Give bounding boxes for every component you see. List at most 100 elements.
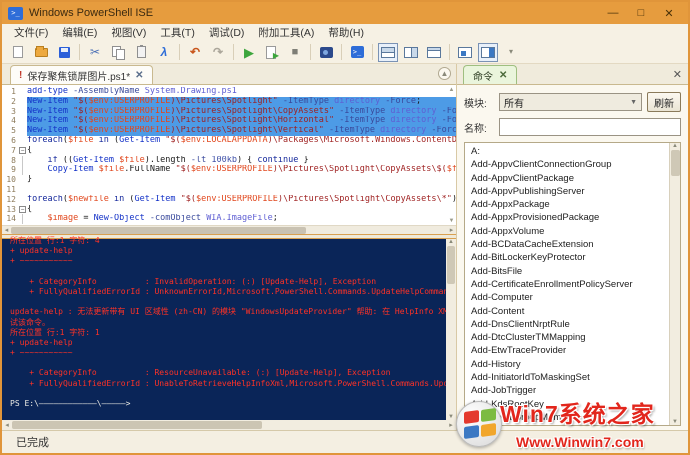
undo-button[interactable]: ↶	[185, 43, 205, 62]
status-text: 已完成	[16, 434, 49, 450]
redo-button[interactable]: ↷	[208, 43, 228, 62]
console-horizontal-scrollbar[interactable]: ◂▸	[2, 420, 456, 430]
command-item[interactable]: Add-Computer	[465, 291, 669, 304]
menu-view[interactable]: 视图(V)	[105, 24, 152, 41]
editor-horizontal-scrollbar[interactable]: ◂▸	[2, 225, 456, 234]
script-tab-bar: ! 保存聚焦锁屏图片.ps1* ✕ ▲	[2, 64, 456, 85]
collapse-script-pane-button[interactable]: ▲	[438, 67, 451, 80]
command-item[interactable]: Add-AppxVolume	[465, 225, 669, 238]
console-line	[10, 297, 456, 307]
command-item[interactable]: Add-CertificateEnrollmentPolicyServer	[465, 278, 669, 291]
script-pane-top-button[interactable]	[378, 43, 398, 62]
script-editor-pane[interactable]: 1add-type -AssemblyName System.Drawing.p…	[2, 85, 456, 235]
open-folder-icon	[35, 48, 48, 57]
script-pane-right-button[interactable]	[401, 43, 421, 62]
command-item[interactable]: Add-History	[465, 358, 669, 371]
clear-console-button[interactable]: λ	[154, 43, 174, 62]
script-tab-close-icon[interactable]: ✕	[135, 70, 143, 81]
paste-button[interactable]	[131, 43, 151, 62]
command-item[interactable]: Add-BitLockerKeyProtector	[465, 251, 669, 264]
powershell-ise-window: >_ Windows PowerShell ISE — □ ✕ 文件(F) 编辑…	[0, 0, 690, 455]
new-remote-tab-button[interactable]	[316, 43, 336, 62]
console-vertical-scrollbar[interactable]: ▲▼	[446, 239, 456, 420]
commands-tab[interactable]: 命令 ✕	[463, 65, 517, 84]
show-command-window-button[interactable]	[455, 43, 475, 62]
console-line: + ~~~~~~~~~~~	[10, 256, 456, 266]
menu-file[interactable]: 文件(F)	[8, 24, 54, 41]
code-line: 8 if ((Get-Item $file).length -lt 100kb)…	[2, 156, 456, 166]
command-item[interactable]: Add-BCDataCacheExtension	[465, 238, 669, 251]
cut-button[interactable]: ✂	[85, 43, 105, 62]
command-item[interactable]: Add-AppvClientPackage	[465, 172, 669, 185]
code-line: 11	[2, 185, 456, 195]
code-line: 14 $image = New-Object -comObject WIA.Im…	[2, 214, 456, 224]
console-prompt-line: PS E:\————————————\—————>	[10, 399, 456, 409]
refresh-button[interactable]: 刷新	[647, 92, 681, 112]
script-tab[interactable]: ! 保存聚焦锁屏图片.ps1* ✕	[10, 65, 153, 84]
menu-edit[interactable]: 编辑(E)	[56, 24, 103, 41]
panel-close-icon[interactable]: ✕	[673, 68, 682, 81]
minimize-button[interactable]: —	[606, 7, 620, 20]
command-item[interactable]: Add-DtcClusterTMMapping	[465, 331, 669, 344]
copy-icon	[112, 46, 124, 58]
command-item[interactable]: Add-InitiatorIdToMaskingSet	[465, 371, 669, 384]
code-line: 12foreach($newfile in (Get-Item "$($env:…	[2, 195, 456, 205]
menu-debug[interactable]: 调试(D)	[203, 24, 251, 41]
copy-button[interactable]	[108, 43, 128, 62]
toolbar: ✂ λ ↶ ↷ ▶ ■ >_ ▾	[2, 41, 688, 64]
close-button[interactable]: ✕	[662, 7, 676, 20]
code-area[interactable]: 1add-type -AssemblyName System.Drawing.p…	[2, 85, 456, 225]
cut-scissors-icon: ✂	[90, 46, 100, 58]
command-item[interactable]: Add-KdsRootKey	[465, 398, 669, 411]
command-item[interactable]: Add-DnsClientNrptRule	[465, 318, 669, 331]
command-item[interactable]: Add-AppvPublishingServer	[465, 185, 669, 198]
console-line	[10, 358, 456, 368]
command-item[interactable]: Add-AppvClientConnectionGroup	[465, 158, 669, 171]
command-item[interactable]: Add-AppxPackage	[465, 198, 669, 211]
start-powershell-button[interactable]: >_	[347, 43, 367, 62]
toolbar-overflow-button[interactable]: ▾	[501, 43, 521, 62]
command-item[interactable]: Add-BitsFile	[465, 265, 669, 278]
undo-arrow-icon: ↶	[190, 46, 200, 58]
new-script-button[interactable]	[8, 43, 28, 62]
menu-addons[interactable]: 附加工具(A)	[252, 24, 320, 41]
powershell-exe-icon: >_	[351, 46, 364, 58]
script-pane-max-icon	[427, 47, 441, 58]
show-command-addon-button[interactable]	[478, 43, 498, 62]
console-pane[interactable]: 所在位置 行:1 字符: 4+ update-help+ ~~~~~~~~~~~…	[2, 238, 456, 430]
clear-console-icon: λ	[161, 46, 168, 58]
run-selection-button[interactable]	[262, 43, 282, 62]
menu-tools[interactable]: 工具(T)	[154, 24, 200, 41]
console-output[interactable]: 所在位置 行:1 字符: 4+ update-help+ ~~~~~~~~~~~…	[2, 236, 456, 420]
console-line	[10, 389, 456, 399]
save-script-button[interactable]	[54, 43, 74, 62]
console-line: + update-help	[10, 338, 456, 348]
console-line: update-help : 无法更新带有 UI 区域性 (zh-CN) 的模块 …	[10, 307, 456, 317]
remote-tab-icon	[320, 47, 333, 58]
maximize-button[interactable]: □	[634, 7, 648, 20]
stop-operation-button[interactable]: ■	[285, 43, 305, 62]
editor-vertical-scrollbar[interactable]: ▲▼	[447, 87, 456, 224]
title-bar[interactable]: >_ Windows PowerShell ISE — □ ✕	[2, 2, 688, 24]
command-list-scrollbar[interactable]: ▲▼	[669, 143, 680, 425]
commands-tab-close-icon[interactable]: ✕	[499, 70, 507, 81]
open-script-button[interactable]	[31, 43, 51, 62]
command-item[interactable]: Add-Content	[465, 305, 669, 318]
window-title: Windows PowerShell ISE	[29, 7, 153, 19]
name-input[interactable]	[499, 118, 681, 136]
script-pane-max-button[interactable]	[424, 43, 444, 62]
command-item[interactable]: Add-LocalGroupMember	[465, 411, 669, 424]
command-item[interactable]: Add-JobTrigger	[465, 384, 669, 397]
console-line	[10, 267, 456, 277]
menu-help[interactable]: 帮助(H)	[322, 24, 370, 41]
command-item[interactable]: Add-EtwTraceProvider	[465, 344, 669, 357]
fold-collapse-icon[interactable]: −	[19, 147, 26, 154]
fold-collapse-icon[interactable]: −	[19, 206, 26, 213]
command-item[interactable]: Add-AppxProvisionedPackage	[465, 211, 669, 224]
overflow-chevron-icon: ▾	[509, 48, 513, 56]
module-dropdown[interactable]: 所有 ▼	[499, 93, 642, 111]
script-pane-top-icon	[381, 47, 395, 58]
console-line: + FullyQualifiedErrorId : UnknownErrorId…	[10, 287, 456, 297]
run-script-button[interactable]: ▶	[239, 43, 259, 62]
command-list[interactable]: A:Add-AppvClientConnectionGroupAdd-AppvC…	[464, 142, 681, 426]
